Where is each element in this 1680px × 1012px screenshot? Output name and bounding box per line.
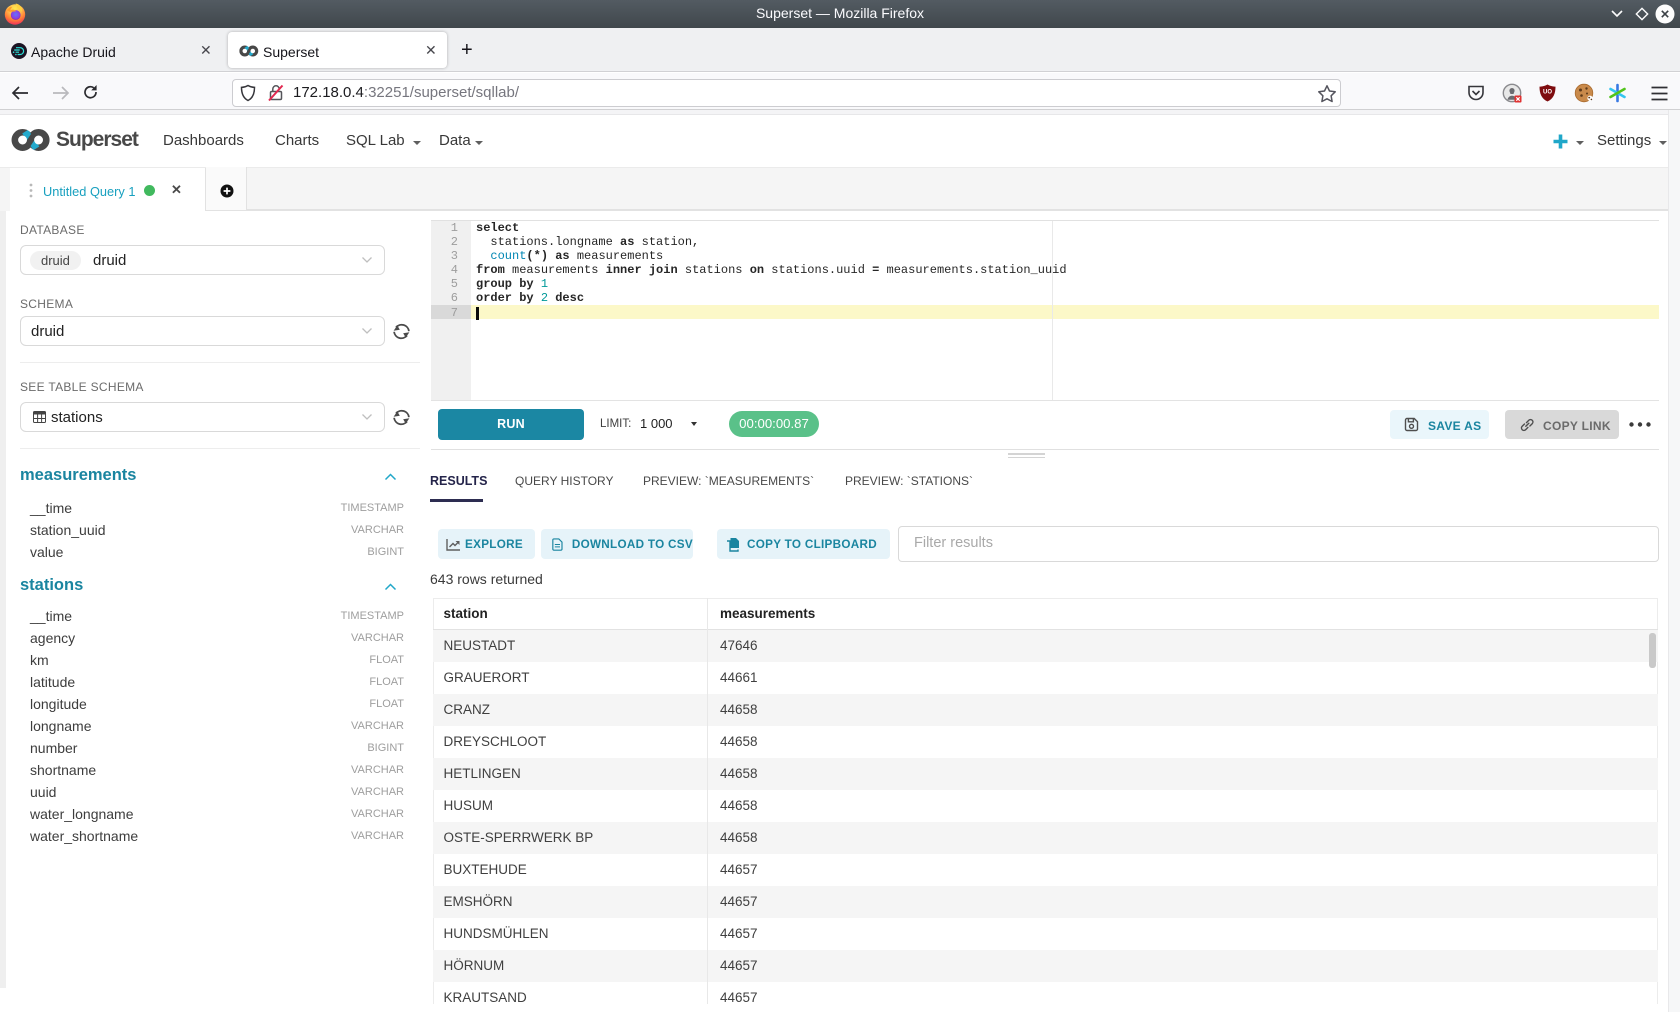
svg-text:UO: UO xyxy=(1543,90,1552,96)
